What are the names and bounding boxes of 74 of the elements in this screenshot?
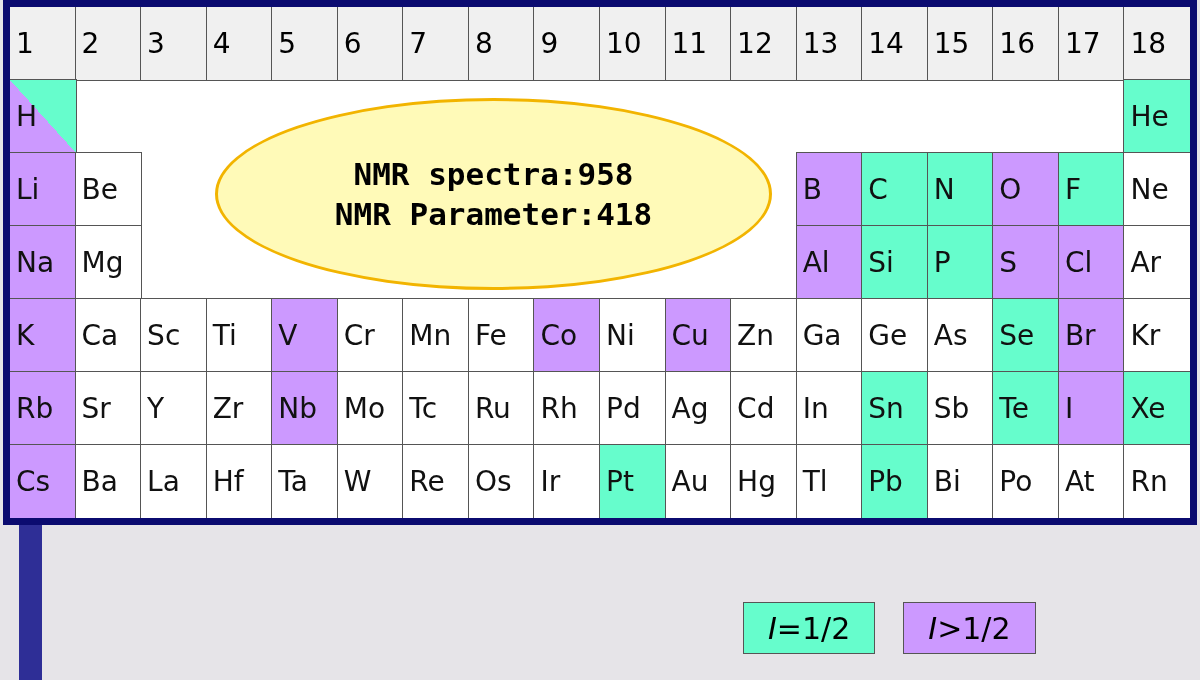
element-cell: Ag bbox=[665, 372, 732, 445]
element-cell: Sn bbox=[862, 372, 928, 445]
group-number: 14 bbox=[862, 7, 928, 80]
group-number: 7 bbox=[403, 7, 469, 80]
element-cell: Ge bbox=[862, 299, 928, 372]
group-number: 3 bbox=[141, 7, 207, 80]
group-number: 9 bbox=[534, 7, 600, 80]
element-cell: In bbox=[796, 372, 863, 445]
element-cell: Cl bbox=[1058, 226, 1125, 299]
group-number: 1 bbox=[10, 7, 76, 80]
element-cell: B bbox=[796, 153, 863, 226]
element-cell: Ru bbox=[468, 372, 535, 445]
group-number: 15 bbox=[927, 7, 994, 80]
summary-text: NMR Parameter:418 bbox=[334, 195, 653, 234]
element-cell: I bbox=[1058, 372, 1125, 445]
element-cell: Sc bbox=[141, 299, 207, 372]
element-cell: V bbox=[272, 299, 338, 372]
summary-text: NMR spectra:958 bbox=[353, 155, 634, 194]
element-cell: H bbox=[10, 80, 76, 153]
group-number: 16 bbox=[993, 7, 1059, 80]
element-cell: Sb bbox=[927, 372, 994, 445]
element-cell: Br bbox=[1058, 299, 1125, 372]
group-number: 18 bbox=[1124, 7, 1190, 80]
group-number: 10 bbox=[600, 7, 666, 80]
group-number: 5 bbox=[272, 7, 338, 80]
element-cell: Si bbox=[862, 226, 928, 299]
group-number: 17 bbox=[1058, 7, 1125, 80]
group-number: 13 bbox=[796, 7, 863, 80]
element-cell: Rb bbox=[10, 372, 76, 445]
element-cell: Fe bbox=[468, 299, 535, 372]
legend-label: I=1/2 bbox=[743, 602, 876, 654]
element-cell: Cd bbox=[731, 372, 797, 445]
element-cell: N bbox=[927, 153, 994, 226]
element-cell: Tc bbox=[403, 372, 469, 445]
element-cell: P bbox=[927, 226, 994, 299]
element-cell: He bbox=[1124, 80, 1190, 153]
element-cell: Cr bbox=[337, 299, 404, 372]
element-cell: Se bbox=[993, 299, 1059, 372]
element-cell: Sr bbox=[75, 372, 142, 445]
element-cell: Pd bbox=[600, 372, 666, 445]
element-cell: Nb bbox=[272, 372, 338, 445]
element-cell: Pt bbox=[600, 445, 666, 518]
element-cell: Zn bbox=[731, 299, 797, 372]
element-cell: S bbox=[993, 226, 1059, 299]
element-cell: Al bbox=[796, 226, 863, 299]
element-cell: As bbox=[927, 299, 994, 372]
group-number: 6 bbox=[337, 7, 404, 80]
legend-label: I>1/2 bbox=[903, 602, 1036, 654]
element-cell: Ca bbox=[75, 299, 142, 372]
element-cell: Co bbox=[534, 299, 600, 372]
group-number: 4 bbox=[206, 7, 273, 80]
element-cell: Te bbox=[993, 372, 1059, 445]
element-cell: Mo bbox=[337, 372, 404, 445]
element-cell: Pb bbox=[862, 445, 928, 518]
element-cell: O bbox=[993, 153, 1059, 226]
group-number: 8 bbox=[468, 7, 535, 80]
element-cell: Mn bbox=[403, 299, 469, 372]
element-cell: Cu bbox=[665, 299, 732, 372]
group-number: 12 bbox=[731, 7, 797, 80]
element-cell: F bbox=[1058, 153, 1125, 226]
element-cell: C bbox=[862, 153, 928, 226]
element-cell: Rh bbox=[534, 372, 600, 445]
element-cell: Na bbox=[10, 226, 76, 299]
group-number: 11 bbox=[665, 7, 732, 80]
element-cell: Xe bbox=[1124, 372, 1190, 445]
element-cell: Zr bbox=[206, 372, 273, 445]
group-number: 2 bbox=[75, 7, 142, 80]
element-cell: Ni bbox=[600, 299, 666, 372]
element-cell: Li bbox=[10, 153, 76, 226]
element-cell: K bbox=[10, 299, 76, 372]
element-cell: Cs bbox=[10, 445, 76, 518]
element-cell: Y bbox=[141, 372, 207, 445]
element-cell: Ga bbox=[796, 299, 863, 372]
element-cell: Ti bbox=[206, 299, 273, 372]
